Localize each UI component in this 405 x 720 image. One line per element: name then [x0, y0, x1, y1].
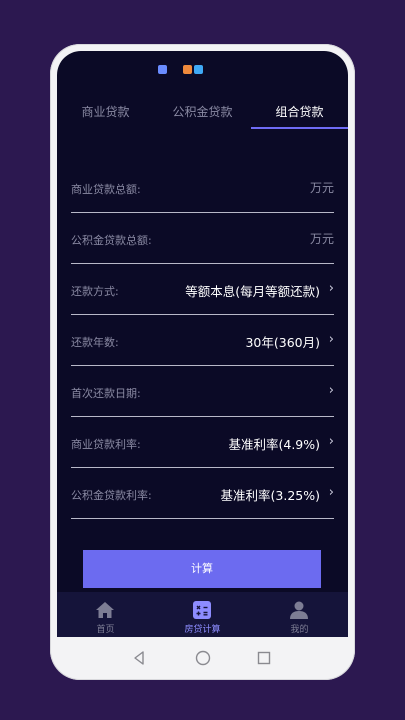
home-icon: [96, 602, 114, 618]
recents-icon[interactable]: [255, 649, 273, 667]
first-repayment-date-row[interactable]: 首次还款日期: ›: [71, 367, 334, 417]
nav-home-label: 首页: [96, 625, 115, 635]
provident-loan-amount-row[interactable]: 公积金贷款总额: 万元: [71, 214, 334, 264]
repayment-years-row[interactable]: 还款年数: 30年(360月) ›: [71, 316, 334, 366]
app-screen: 商业贷款 公积金贷款 组合贷款 商业贷款总额: 万元 公积金贷款总额: 万元 还…: [57, 51, 348, 637]
calculator-icon: [193, 601, 211, 619]
tab-provident-fund-loan[interactable]: 公积金贷款: [154, 103, 251, 133]
provident-rate-row[interactable]: 公积金贷款利率: 基准利率(3.25%) ›: [71, 469, 334, 519]
chevron-right-icon: ›: [328, 434, 334, 449]
status-bar: [57, 51, 348, 87]
commercial-rate-label: 商业贷款利率:: [71, 438, 141, 451]
chevron-right-icon: ›: [328, 383, 334, 398]
bottom-navigation: 首页 房贷计算 我的: [57, 592, 348, 637]
commercial-rate-row[interactable]: 商业贷款利率: 基准利率(4.9%) ›: [71, 418, 334, 468]
repayment-method-label: 还款方式:: [71, 285, 119, 298]
chevron-right-icon: ›: [328, 281, 334, 296]
tab-commercial-loan[interactable]: 商业贷款: [57, 103, 154, 133]
system-navigation-bar: [50, 637, 355, 680]
rss-icon: [183, 65, 192, 74]
user-icon: [290, 601, 308, 619]
first-repayment-date-label: 首次还款日期:: [71, 387, 141, 400]
back-icon[interactable]: [130, 649, 148, 667]
active-tab-indicator: [251, 127, 348, 129]
nav-mortgage-calc[interactable]: 房贷计算: [154, 592, 251, 637]
repayment-method-row[interactable]: 还款方式: 等额本息(每月等额还款) ›: [71, 265, 334, 315]
chat-icon: [194, 65, 203, 74]
notification-icon: [158, 65, 167, 74]
provident-loan-amount-unit: 万元: [309, 232, 334, 246]
nav-home[interactable]: 首页: [57, 592, 154, 637]
phone-frame: 商业贷款 公积金贷款 组合贷款 商业贷款总额: 万元 公积金贷款总额: 万元 还…: [50, 44, 355, 680]
commercial-loan-amount-unit: 万元: [309, 181, 334, 195]
nav-profile[interactable]: 我的: [251, 592, 348, 637]
repayment-method-value: 等额本息(每月等额还款): [185, 284, 320, 299]
provident-loan-amount-label: 公积金贷款总额:: [71, 234, 152, 247]
chevron-right-icon: ›: [328, 485, 334, 500]
commercial-loan-amount-label: 商业贷款总额:: [71, 183, 141, 196]
nav-profile-label: 我的: [290, 625, 309, 635]
chevron-right-icon: ›: [328, 332, 334, 347]
provident-rate-label: 公积金贷款利率:: [71, 489, 152, 502]
nav-mortgage-calc-label: 房贷计算: [184, 625, 221, 635]
loan-form: 商业贷款总额: 万元 公积金贷款总额: 万元 还款方式: 等额本息(每月等额还款…: [71, 163, 334, 520]
repayment-years-label: 还款年数:: [71, 336, 119, 349]
commercial-rate-value: 基准利率(4.9%): [228, 437, 320, 452]
home-circle-icon[interactable]: [194, 649, 212, 667]
provident-rate-value: 基准利率(3.25%): [220, 488, 320, 503]
repayment-years-value: 30年(360月): [245, 335, 320, 350]
calculate-button[interactable]: 计算: [83, 550, 321, 588]
commercial-loan-amount-row[interactable]: 商业贷款总额: 万元: [71, 163, 334, 213]
